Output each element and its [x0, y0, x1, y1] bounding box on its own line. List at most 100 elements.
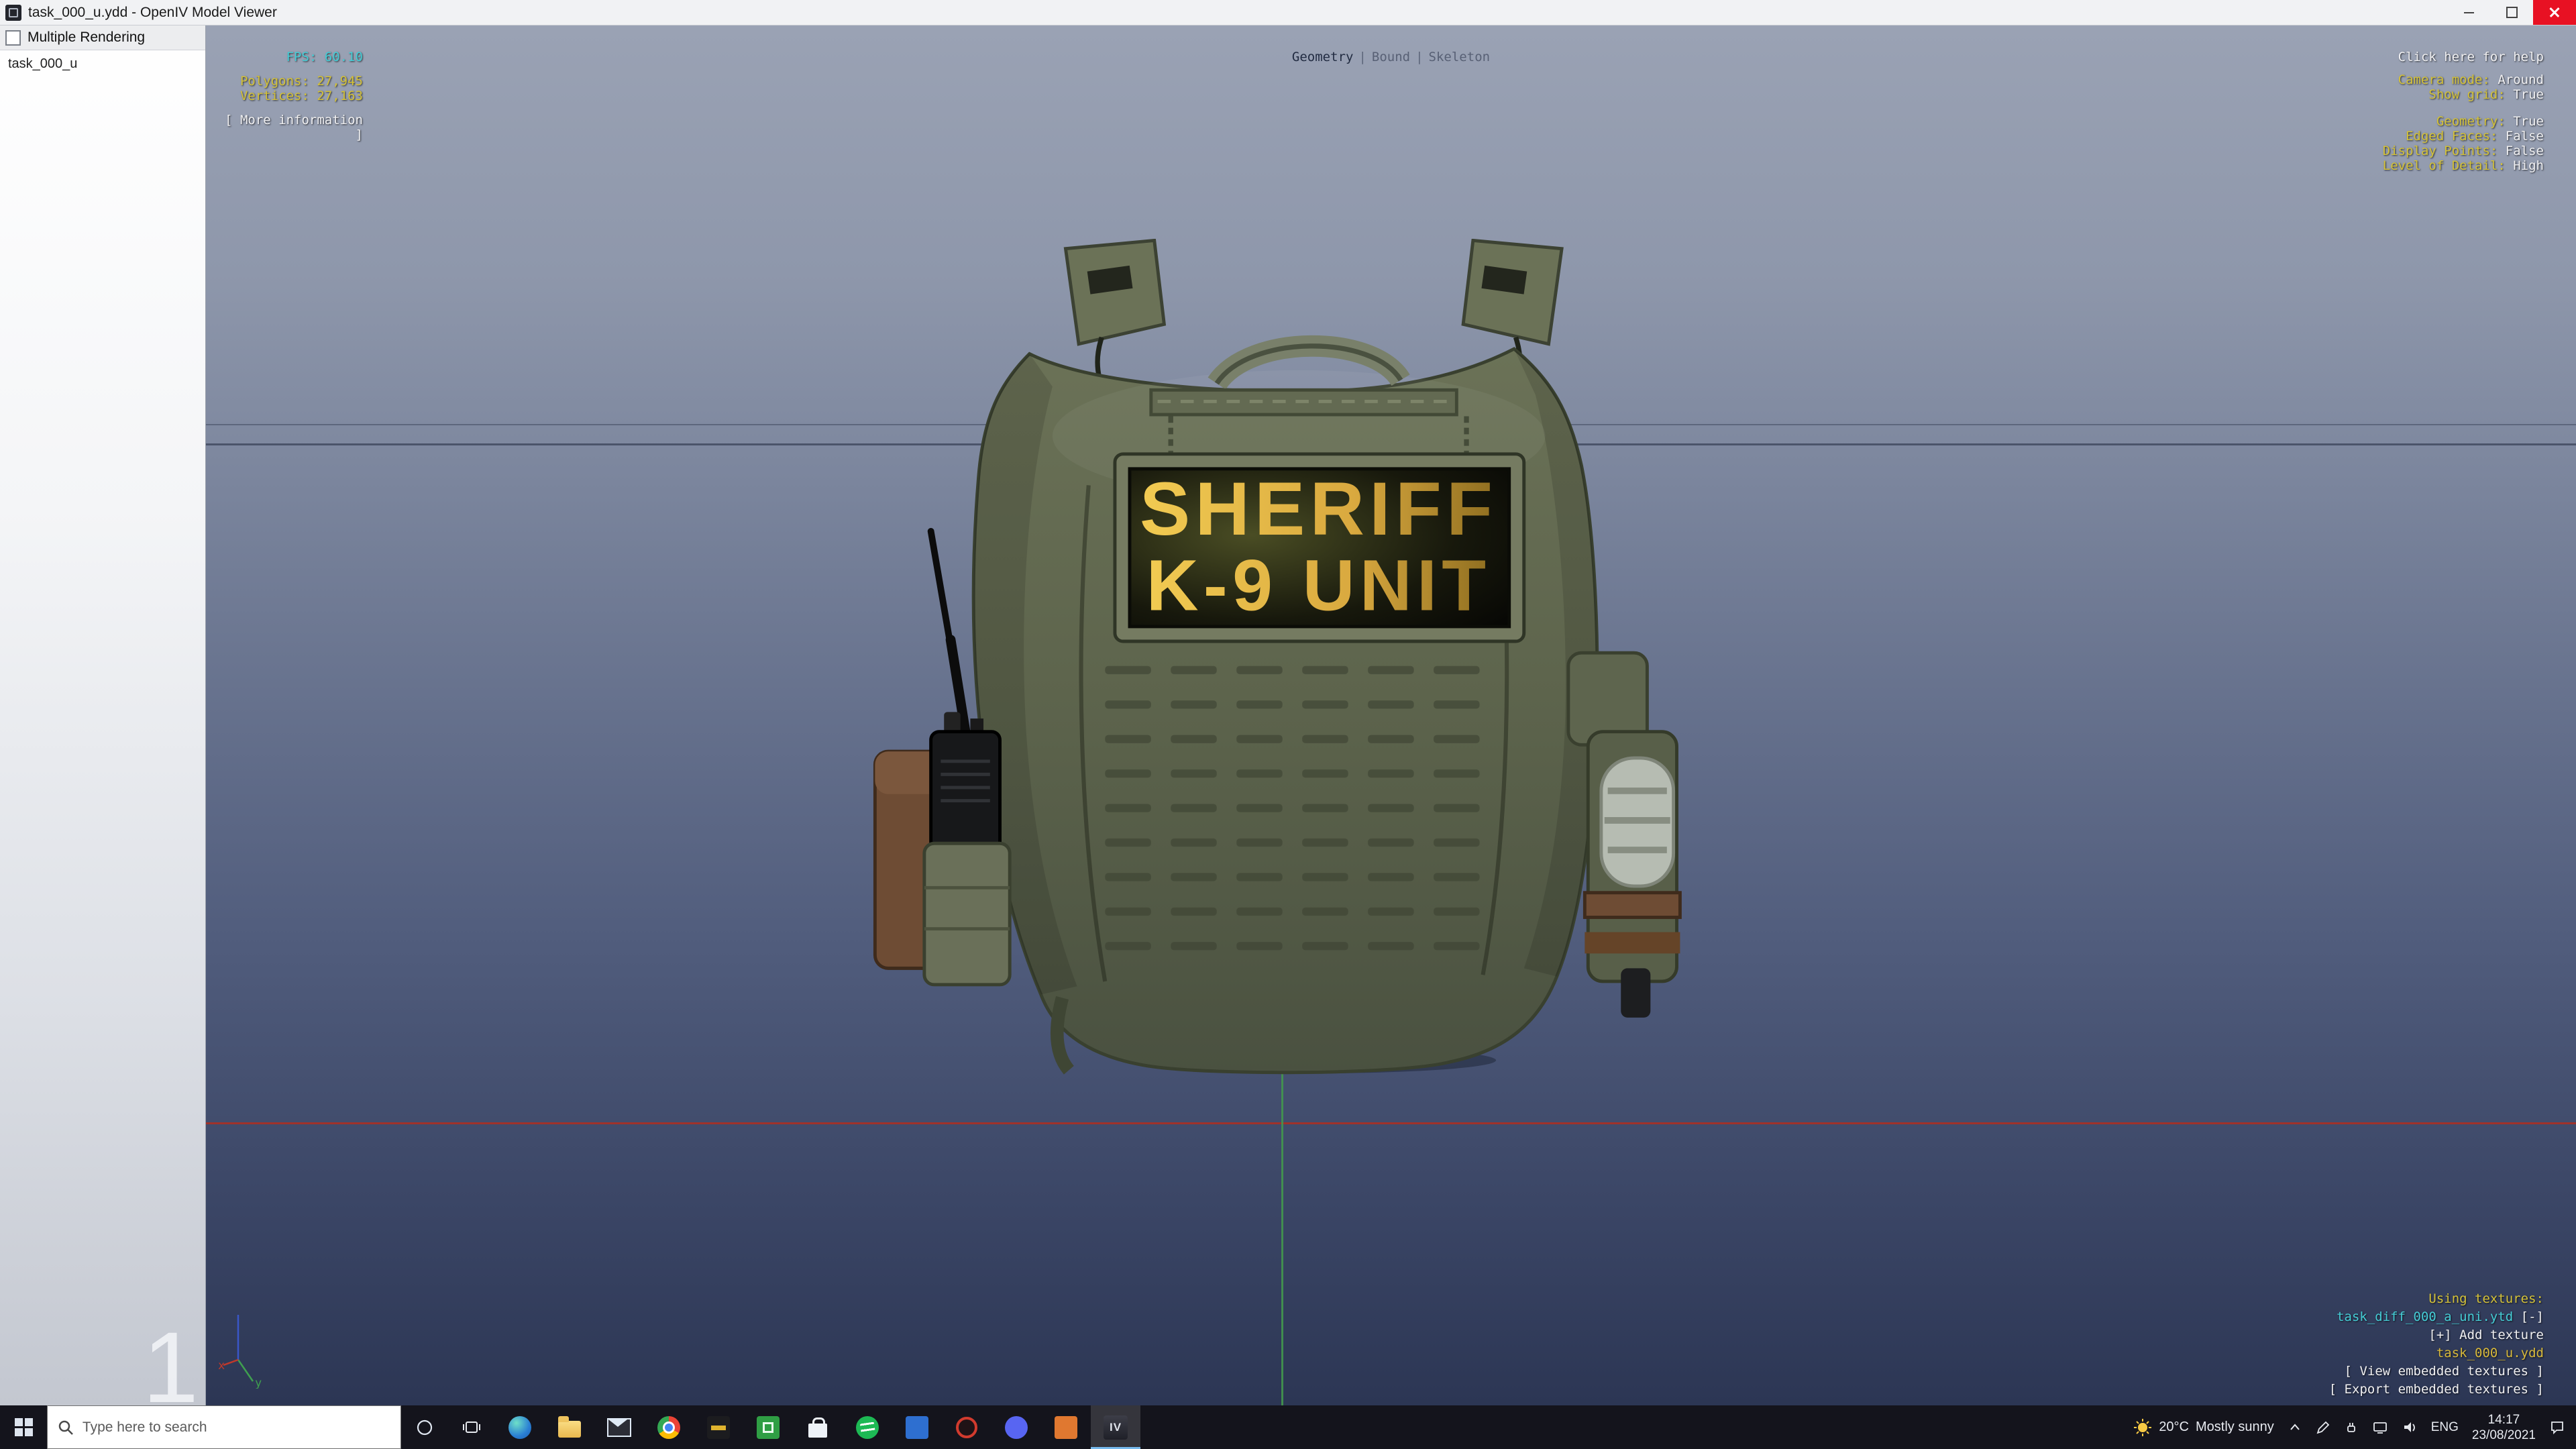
- taskbar-app-green[interactable]: [743, 1405, 793, 1449]
- task-view-button[interactable]: [448, 1405, 495, 1449]
- search-icon: [58, 1420, 73, 1435]
- search-input[interactable]: [80, 1418, 391, 1436]
- patch-text-line1: SHERIFF: [1140, 466, 1497, 551]
- tray-date: 23/08/2021: [2471, 1428, 2536, 1442]
- language-indicator[interactable]: ENG: [2424, 1405, 2465, 1449]
- taskbar-app-orange[interactable]: [1041, 1405, 1091, 1449]
- windows-logo-icon: [14, 1418, 33, 1436]
- usb-icon: [2347, 1422, 2355, 1432]
- taskbar-app-discord[interactable]: [991, 1405, 1041, 1449]
- taskbar-app-file-explorer[interactable]: [545, 1405, 594, 1449]
- close-button[interactable]: [2533, 0, 2576, 25]
- taskbar-app-microsoft-store[interactable]: [793, 1405, 843, 1449]
- model-list-panel: Multiple Rendering task_000_u 1: [0, 25, 206, 1405]
- viewport-3d[interactable]: SHERIFF K-9 UNIT FPS: 60.10 Polygons: 27…: [206, 25, 2576, 1405]
- model-3d-vest[interactable]: SHERIFF K-9 UNIT: [863, 239, 1685, 1077]
- orange-app-icon: [1055, 1415, 1077, 1439]
- axis-y-label: y: [255, 1377, 262, 1389]
- weather-widget[interactable]: 20°C Mostly sunny: [2127, 1405, 2280, 1449]
- setting-geometry[interactable]: Geometry: True: [2383, 114, 2544, 129]
- taskbar-app-chrome[interactable]: [644, 1405, 694, 1449]
- world-x-axis-line: [206, 1122, 2576, 1124]
- taskbar-app-edge[interactable]: [495, 1405, 545, 1449]
- network-icon: [2373, 1421, 2387, 1434]
- setting-display-points[interactable]: Display Points: False: [2383, 144, 2544, 158]
- discord-icon: [1005, 1415, 1028, 1439]
- view-embedded-textures-button[interactable]: [ View embedded textures ]: [2329, 1362, 2544, 1381]
- view-mode-tabs: Geometry | Bound | Skeleton: [1291, 50, 1491, 64]
- clock[interactable]: 14:17 23/08/2021: [2465, 1405, 2542, 1449]
- microsoft-store-icon: [808, 1417, 827, 1438]
- taskbar-app-openiv-active[interactable]: IV: [1091, 1405, 1140, 1449]
- patch-text-line2: K-9 UNIT: [1146, 544, 1491, 625]
- tray-time: 14:17: [2487, 1412, 2520, 1427]
- network-button[interactable]: [2365, 1405, 2395, 1449]
- titlebar: task_000_u.ydd - OpenIV Model Viewer: [0, 0, 2576, 25]
- edge-icon: [508, 1415, 531, 1439]
- taskbar-app-rage-plugin[interactable]: [694, 1405, 743, 1449]
- more-information-link[interactable]: [ More information ]: [219, 113, 363, 142]
- window-title: task_000_u.ydd - OpenIV Model Viewer: [28, 4, 277, 20]
- weather-condition: Mostly sunny: [2196, 1419, 2274, 1434]
- multiple-rendering-header: Multiple Rendering: [0, 25, 205, 50]
- task-view-icon: [463, 1421, 480, 1433]
- texture-entry[interactable]: task_diff_000_a_uni.ytd [-]: [2329, 1308, 2544, 1326]
- setting-level-of-detail[interactable]: Level of Detail: High: [2383, 158, 2544, 173]
- model-file-name: task_000_u.ydd: [2436, 1346, 2544, 1360]
- system-tray: 20°C Mostly sunny ENG 14:17 23/08/2021: [2127, 1405, 2576, 1449]
- setting-show-grid[interactable]: Show grid: True: [2383, 87, 2544, 102]
- help-link[interactable]: Click here for help: [2383, 50, 2544, 64]
- show-hidden-icons-button[interactable]: [2281, 1405, 2309, 1449]
- windows-taskbar: IV 20°C Mostly sunny: [0, 1405, 2576, 1449]
- axis-x-label: x: [218, 1359, 225, 1373]
- vertices-stat: Vertices: 27,163: [239, 89, 363, 103]
- sheriff-patch: SHERIFF K-9 UNIT: [1113, 452, 1526, 643]
- tab-bound[interactable]: Bound: [1372, 50, 1410, 64]
- red-circle-app-icon: [956, 1416, 977, 1438]
- taskbar-app-spotify[interactable]: [843, 1405, 892, 1449]
- add-texture-button[interactable]: [+] Add texture: [2329, 1326, 2544, 1344]
- spotify-icon: [856, 1415, 879, 1439]
- setting-camera-mode[interactable]: Camera mode: Around: [2383, 72, 2544, 87]
- viewer-settings: Click here for help Camera mode: Around …: [2383, 50, 2544, 173]
- pen-icon: [2316, 1421, 2329, 1434]
- axis-gizmo: x y: [218, 1315, 262, 1389]
- using-textures-header: Using textures:: [2428, 1291, 2544, 1306]
- taskbar-app-blue[interactable]: [892, 1405, 942, 1449]
- rage-plugin-icon: [707, 1415, 730, 1439]
- sun-icon: [2134, 1418, 2152, 1436]
- notification-icon: [2551, 1421, 2563, 1434]
- molle-webbing: [1098, 659, 1487, 955]
- usb-device-button[interactable]: [2337, 1405, 2365, 1449]
- weather-temp: 20°C: [2159, 1419, 2189, 1434]
- action-center-button[interactable]: [2542, 1405, 2572, 1449]
- green-app-icon: [757, 1415, 780, 1439]
- pinned-apps: IV: [495, 1405, 1140, 1449]
- model-list-item[interactable]: task_000_u: [0, 50, 205, 78]
- openiv-icon: IV: [1104, 1415, 1128, 1440]
- speaker-icon: [2404, 1421, 2415, 1432]
- taskbar-app-mail[interactable]: [594, 1405, 644, 1449]
- minimize-button[interactable]: [2447, 0, 2490, 25]
- taskbar-search[interactable]: [47, 1405, 401, 1449]
- windows-ink-button[interactable]: [2309, 1405, 2337, 1449]
- tab-geometry[interactable]: Geometry: [1292, 50, 1354, 64]
- multiple-rendering-checkbox[interactable]: [5, 30, 21, 46]
- remove-texture-button[interactable]: [-]: [2521, 1309, 2544, 1324]
- multiple-rendering-label: Multiple Rendering: [28, 30, 146, 45]
- cortana-icon: [417, 1419, 433, 1435]
- volume-button[interactable]: [2395, 1405, 2424, 1449]
- blue-app-icon: [906, 1415, 928, 1439]
- chrome-icon: [657, 1415, 680, 1439]
- maximize-button[interactable]: [2490, 0, 2533, 25]
- export-embedded-textures-button[interactable]: [ Export embedded textures ]: [2329, 1381, 2544, 1399]
- polygons-stat: Polygons: 27,945: [239, 74, 363, 89]
- tab-skeleton[interactable]: Skeleton: [1429, 50, 1491, 64]
- world-y-axis-line: [1281, 1062, 1283, 1405]
- cortana-button[interactable]: [401, 1405, 448, 1449]
- taskbar-app-red-circle[interactable]: [942, 1405, 991, 1449]
- start-button[interactable]: [0, 1405, 47, 1449]
- fps-stat: FPS: 60.10: [286, 50, 363, 64]
- setting-edged-faces[interactable]: Edged Faces: False: [2383, 129, 2544, 144]
- mail-icon: [607, 1417, 631, 1437]
